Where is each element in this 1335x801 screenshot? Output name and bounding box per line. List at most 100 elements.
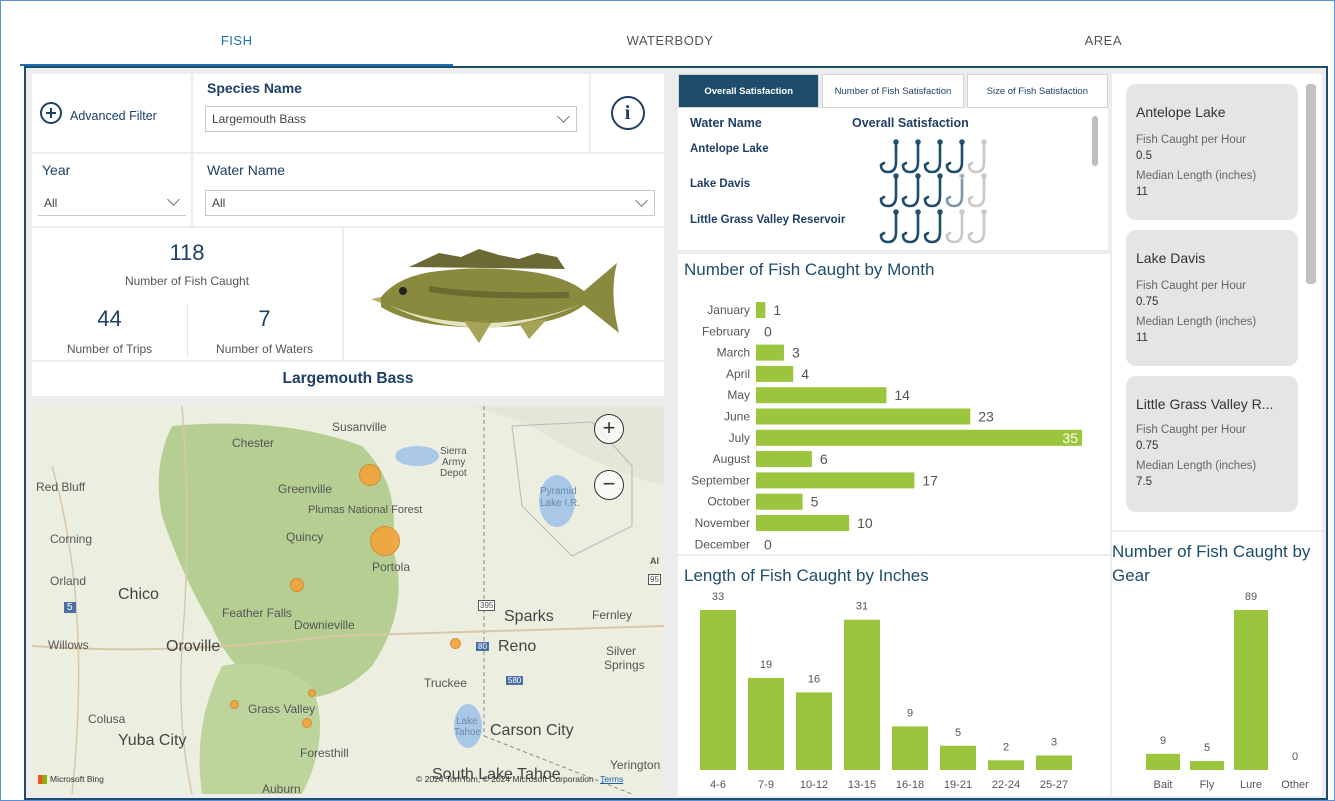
tab-overall-satisfaction[interactable]: Overall Satisfaction [678,74,820,108]
month-bar[interactable] [756,387,887,404]
map-label: Carson City [490,722,574,739]
map-label: Lake [456,716,478,727]
hook-shape [967,174,986,208]
hook-shape [879,140,898,174]
card-rate-value: 0.75 [1136,296,1159,308]
card-rate-value: 0.75 [1136,440,1159,452]
length-bar[interactable] [1036,755,1072,770]
month-bar[interactable] [756,472,915,489]
satisfaction-scrollbar[interactable] [1092,116,1098,166]
length-data-label: 3 [1051,736,1057,748]
water-card[interactable]: Little Grass Valley R... Fish Caught per… [1126,376,1298,512]
month-bar[interactable] [756,429,1082,446]
map-label: Yuba City [118,732,187,749]
map-label: Colusa [88,712,126,726]
length-bar[interactable] [844,619,880,770]
map-label: Lake I.R. [540,498,581,509]
tab-number-of-fish-satisfaction[interactable]: Number of Fish Satisfaction [822,74,964,108]
add-circle-icon[interactable] [40,102,62,124]
tab-size-of-fish-satisfaction[interactable]: Size of Fish Satisfaction [966,74,1108,108]
length-bar[interactable] [940,745,976,770]
map-terms-link[interactable]: Terms [600,774,623,784]
gear-data-label: 0 [1292,751,1298,763]
map-label: Willows [48,638,89,652]
water-filter-title: Water Name [207,162,286,178]
month-data-label: 0 [764,536,772,552]
advanced-filter-label: Advanced Filter [70,109,157,123]
map-marker[interactable] [359,464,381,486]
map-marker[interactable] [302,718,312,728]
month-tick-label: December [695,537,750,551]
species-filter: Species Name Largemouth Bass [193,74,589,152]
rating-hooks [878,138,988,176]
hook-icon [967,173,987,208]
tab-area[interactable]: AREA [887,14,1320,66]
gear-tick-label: Other [1281,779,1309,791]
month-data-label: 6 [820,451,828,467]
hook-shape [923,140,942,174]
length-bar[interactable] [700,610,736,770]
map-label: Greenville [278,482,333,496]
tab-waterbody[interactable]: WATERBODY [453,14,886,66]
map-label: Red Bluff [36,480,86,494]
year-dropdown-value: All [44,195,58,210]
month-tick-label: July [729,431,750,445]
month-bar[interactable] [756,515,850,531]
month-bar[interactable] [756,408,971,425]
cards-scrollbar[interactable] [1306,84,1316,284]
water-card[interactable]: Lake Davis Fish Caught per Hour 0.75 Med… [1126,230,1298,366]
gear-bar[interactable] [1146,753,1180,770]
month-data-label: 1 [773,302,781,318]
hook-shape [945,140,964,174]
month-bar[interactable] [756,451,812,468]
info-icon[interactable]: i [610,96,645,130]
map-copyright-text: © 2024 TomTom, © 2024 Microsoft Corporat… [416,774,594,784]
chevron-down-icon [167,193,180,206]
month-bar[interactable] [756,344,784,361]
length-bar[interactable] [988,760,1024,770]
length-bar[interactable] [892,726,928,770]
water-dropdown[interactable]: All [205,190,655,216]
card-rate-value: 0.5 [1136,150,1152,162]
month-data-label: 14 [894,387,910,403]
trips-label: Number of Trips [66,342,153,356]
gear-bar[interactable] [1234,610,1268,770]
length-bar[interactable] [748,677,784,770]
hook-shape [945,174,964,208]
chevron-down-icon [557,110,570,123]
advanced-filter-button[interactable]: Advanced Filter [32,74,191,152]
water-card[interactable]: Antelope Lake Fish Caught per Hour 0.5 M… [1126,84,1298,220]
month-tick-label: April [726,367,750,381]
map-marker[interactable] [230,700,239,709]
gear-tick-label: Lure [1240,779,1262,791]
year-dropdown[interactable]: All [38,190,186,216]
month-data-label: 0 [764,323,772,339]
map[interactable]: Susanville Chester Sierra Army Depot Red… [32,406,664,794]
hook-icon [923,139,943,174]
month-data-label: 4 [801,366,809,382]
chevron-down-icon [635,194,648,207]
map-label: Fernley [592,608,633,622]
zoom-in-button[interactable]: + [594,414,624,444]
map-marker[interactable] [308,689,316,697]
map-label: Quincy [286,530,324,544]
water-dropdown-value: All [212,196,226,210]
species-dropdown[interactable]: Largemouth Bass [205,106,577,132]
map-label: Reno [498,638,537,655]
length-bar[interactable] [796,692,832,770]
length-tick-label: 4-6 [710,779,726,791]
month-bar[interactable] [756,302,766,318]
month-tick-label: October [707,495,750,509]
month-bar[interactable] [756,365,794,382]
map-marker[interactable] [450,638,461,649]
species-heading: Largemouth Bass [32,362,664,396]
month-bar[interactable] [756,493,803,510]
year-filter: Year All [32,154,191,226]
map-marker[interactable] [370,526,400,556]
length-tick-label: 13-15 [848,779,876,791]
zoom-out-button[interactable]: − [594,470,624,500]
gear-bar[interactable] [1190,761,1224,770]
gear-data-label: 5 [1204,742,1210,754]
map-marker[interactable] [290,578,304,592]
tab-fish[interactable]: FISH [20,14,454,66]
